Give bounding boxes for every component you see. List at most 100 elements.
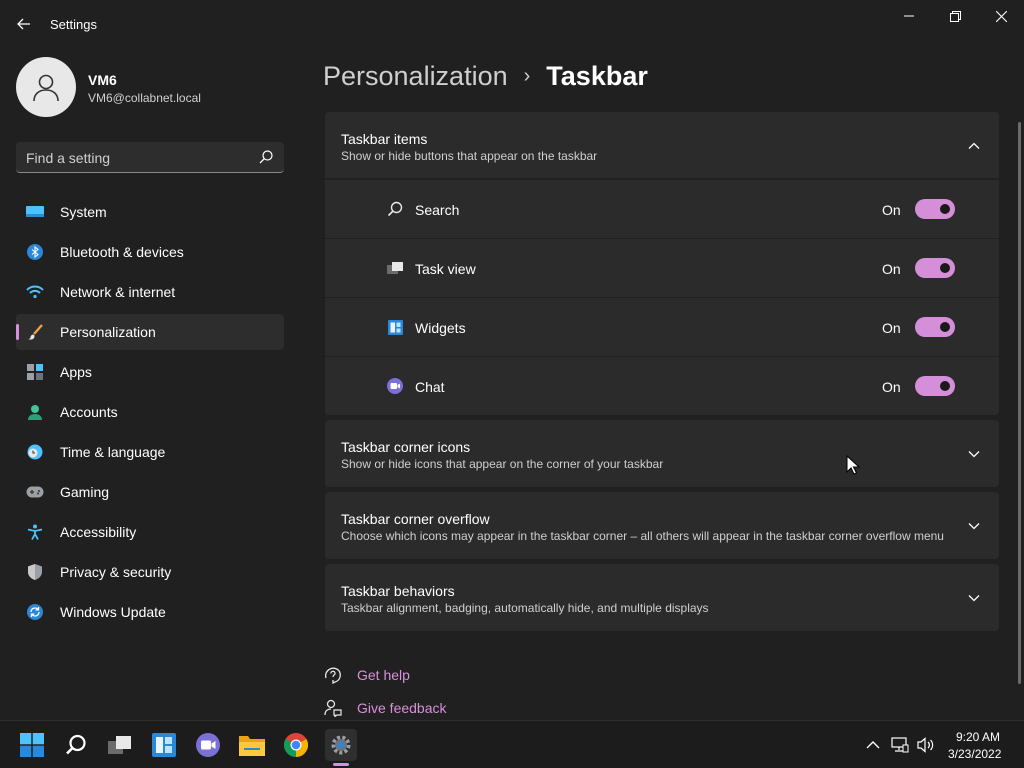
- chat-icon: [386, 378, 404, 394]
- sidebar-item-bluetooth[interactable]: Bluetooth & devices: [16, 234, 284, 270]
- scrollbar[interactable]: [1018, 122, 1021, 684]
- toggle-state: On: [882, 202, 901, 218]
- wifi-icon: [26, 284, 44, 300]
- taskbar: 9:20 AM 3/23/2022: [0, 720, 1024, 768]
- taskbar-file-explorer-button[interactable]: [236, 729, 268, 761]
- monitor-icon: [26, 204, 44, 220]
- sidebar-item-label: Bluetooth & devices: [60, 244, 184, 260]
- taskbar-task-view-button[interactable]: [104, 729, 136, 761]
- taskbar-item-row-widgets: Widgets On: [325, 298, 999, 356]
- sidebar-nav: System Bluetooth & devices Network & int…: [16, 194, 284, 634]
- feedback-icon: [323, 698, 343, 718]
- toggle-knob: [940, 381, 950, 391]
- settings-icon: [331, 735, 351, 755]
- chevron-up-icon[interactable]: [967, 139, 981, 153]
- sidebar-item-label: System: [60, 204, 107, 220]
- row-label: Task view: [415, 261, 476, 277]
- task-view-toggle[interactable]: [915, 258, 955, 278]
- get-help-link[interactable]: Get help: [323, 665, 410, 685]
- avatar[interactable]: [16, 57, 76, 117]
- search-icon[interactable]: [258, 149, 274, 165]
- widgets-toggle[interactable]: [915, 317, 955, 337]
- toggle-state: On: [882, 379, 901, 395]
- taskbar-corner-overflow-section[interactable]: Taskbar corner overflow Choose which ico…: [325, 492, 999, 559]
- search-toggle[interactable]: [915, 199, 955, 219]
- start-button[interactable]: [16, 729, 48, 761]
- accessibility-icon: [26, 524, 44, 540]
- chat-toggle[interactable]: [915, 376, 955, 396]
- restore-button[interactable]: [932, 4, 978, 28]
- search-input[interactable]: [26, 148, 246, 168]
- mouse-cursor-icon: [846, 455, 860, 475]
- person-icon: [26, 404, 44, 420]
- clock-date[interactable]: 3/23/2022: [948, 747, 1001, 761]
- user-silhouette-icon: [33, 74, 59, 102]
- taskbar-corner-icons-section[interactable]: Taskbar corner icons Show or hide icons …: [325, 420, 999, 487]
- toggle-knob: [940, 263, 950, 273]
- chevron-down-icon[interactable]: [967, 447, 981, 461]
- chevron-down-icon[interactable]: [967, 591, 981, 605]
- start-icon: [20, 733, 44, 757]
- taskbar-widgets-button[interactable]: [148, 729, 180, 761]
- section-subtitle: Choose which icons may appear in the tas…: [341, 529, 944, 543]
- update-icon: [26, 604, 44, 620]
- sidebar-item-label: Accessibility: [60, 524, 137, 540]
- sidebar-item-label: Privacy & security: [60, 564, 172, 580]
- sidebar-item-privacy[interactable]: Privacy & security: [16, 554, 284, 590]
- network-tray-button[interactable]: [891, 736, 909, 754]
- sidebar-item-windows-update[interactable]: Windows Update: [16, 594, 284, 630]
- row-label: Chat: [415, 379, 445, 395]
- back-button[interactable]: [12, 12, 36, 36]
- section-title: Taskbar corner overflow: [341, 511, 490, 527]
- breadcrumb-parent[interactable]: Personalization: [323, 61, 508, 92]
- toggle-state: On: [882, 261, 901, 277]
- apps-icon: [26, 364, 44, 380]
- taskbar-settings-button[interactable]: [325, 729, 357, 761]
- chevron-down-icon[interactable]: [967, 519, 981, 533]
- sidebar-item-apps[interactable]: Apps: [16, 354, 284, 390]
- sidebar-item-label: Accounts: [60, 404, 118, 420]
- volume-tray-button[interactable]: [917, 736, 935, 754]
- taskbar-item-row-chat: Chat On: [325, 357, 999, 415]
- sidebar-item-label: Network & internet: [60, 284, 176, 300]
- sidebar-item-system[interactable]: System: [16, 194, 284, 230]
- sidebar-item-accounts[interactable]: Accounts: [16, 394, 284, 430]
- show-hidden-icons-button[interactable]: [864, 736, 882, 754]
- link-text[interactable]: Give feedback: [357, 700, 447, 716]
- toggle-state: On: [882, 320, 901, 336]
- section-subtitle: Show or hide icons that appear on the co…: [341, 457, 664, 471]
- sidebar-item-accessibility[interactable]: Accessibility: [16, 514, 284, 550]
- sidebar-item-time-language[interactable]: Time & language: [16, 434, 284, 470]
- taskbar-chrome-button[interactable]: [280, 729, 312, 761]
- clock-time[interactable]: 9:20 AM: [956, 730, 1000, 744]
- back-arrow-icon: [17, 18, 30, 30]
- sidebar-item-gaming[interactable]: Gaming: [16, 474, 284, 510]
- volume-icon: [917, 737, 934, 753]
- chrome-icon: [284, 733, 308, 757]
- section-subtitle: Taskbar alignment, badging, automaticall…: [341, 601, 709, 615]
- sidebar-item-network[interactable]: Network & internet: [16, 274, 284, 310]
- task-view-icon: [108, 736, 131, 754]
- settings-search[interactable]: [16, 142, 284, 173]
- taskbar-behaviors-section[interactable]: Taskbar behaviors Taskbar alignment, bad…: [325, 564, 999, 631]
- shield-icon: [26, 564, 44, 580]
- taskbar-item-row-task-view: Task view On: [325, 239, 999, 297]
- taskbar-chat-button[interactable]: [192, 729, 224, 761]
- close-button[interactable]: [978, 4, 1024, 28]
- bluetooth-icon: [26, 244, 44, 260]
- taskbar-search-button[interactable]: [60, 729, 92, 761]
- taskbar-item-row-search: Search On: [325, 180, 999, 238]
- file-explorer-icon: [239, 736, 265, 756]
- breadcrumb: Personalization › Taskbar: [323, 58, 648, 94]
- minimize-button[interactable]: [886, 4, 932, 28]
- search-icon: [386, 201, 404, 217]
- close-icon: [995, 10, 1007, 22]
- sidebar-item-personalization[interactable]: Personalization: [16, 314, 284, 350]
- taskbar-items-header[interactable]: Taskbar items Show or hide buttons that …: [325, 112, 999, 178]
- row-label: Widgets: [415, 320, 466, 336]
- brush-icon: [26, 324, 44, 340]
- link-text[interactable]: Get help: [357, 667, 410, 683]
- give-feedback-link[interactable]: Give feedback: [323, 698, 447, 718]
- section-title: Taskbar behaviors: [341, 583, 455, 599]
- section-subtitle: Show or hide buttons that appear on the …: [341, 149, 598, 163]
